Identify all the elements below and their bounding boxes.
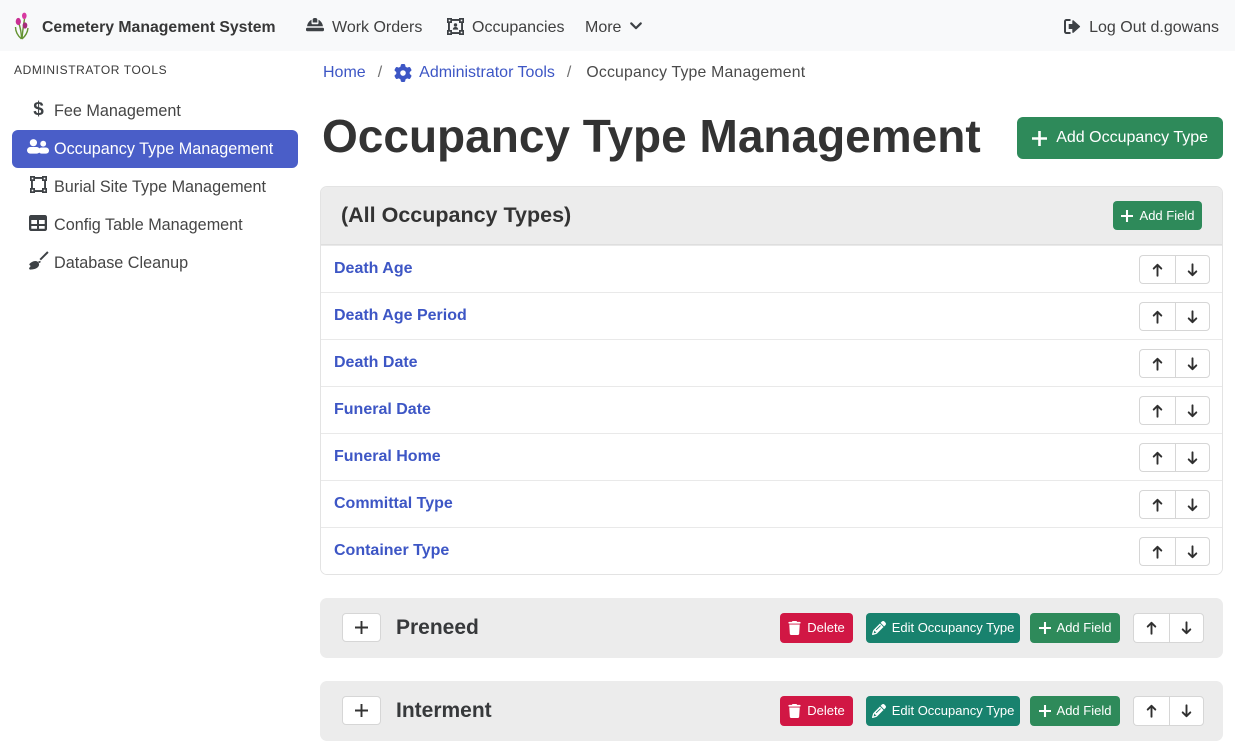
svg-text:$: $ [33,99,44,118]
